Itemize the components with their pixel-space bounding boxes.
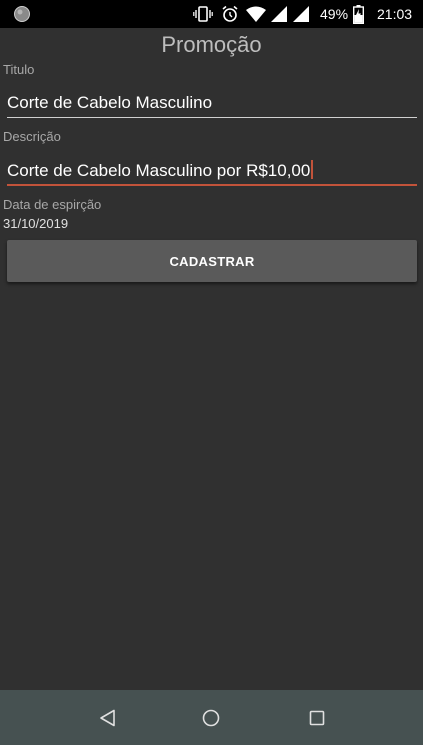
phone-screen: 49% 21:03 Promoção Titulo Corte de Cabel… <box>0 0 423 745</box>
signal-icon <box>271 0 287 28</box>
battery-percent: 49% <box>320 6 349 22</box>
description-input[interactable]: Corte de Cabelo Masculino por R$10,00 <box>7 160 417 182</box>
back-icon[interactable] <box>78 690 138 745</box>
title-input-underline <box>7 117 417 118</box>
alarm-icon <box>221 0 239 28</box>
description-input-text: Corte de Cabelo Masculino por R$10,00 <box>7 161 311 180</box>
wifi-icon <box>246 0 266 28</box>
page-title: Promoção <box>161 32 262 57</box>
cadastrar-button[interactable]: CADASTRAR <box>7 240 417 282</box>
clock: 21:03 <box>377 6 413 22</box>
description-input-underline <box>7 184 417 186</box>
recents-icon[interactable] <box>287 690 347 745</box>
navigation-bar <box>0 690 423 745</box>
title-input[interactable]: Corte de Cabelo Masculino <box>7 92 417 114</box>
expiration-label: Data de espirção <box>3 197 102 212</box>
signal-icon-2 <box>293 0 309 28</box>
text-cursor <box>311 160 314 179</box>
vibrate-icon <box>193 0 213 28</box>
description-label: Descrição <box>3 129 61 144</box>
app-notification-icon <box>13 0 31 28</box>
status-bar: 49% 21:03 <box>0 0 423 28</box>
home-icon[interactable] <box>181 690 241 745</box>
title-label: Titulo <box>3 62 35 77</box>
battery-charging-icon <box>353 0 364 28</box>
expiration-date[interactable]: 31/10/2019 <box>3 216 68 232</box>
